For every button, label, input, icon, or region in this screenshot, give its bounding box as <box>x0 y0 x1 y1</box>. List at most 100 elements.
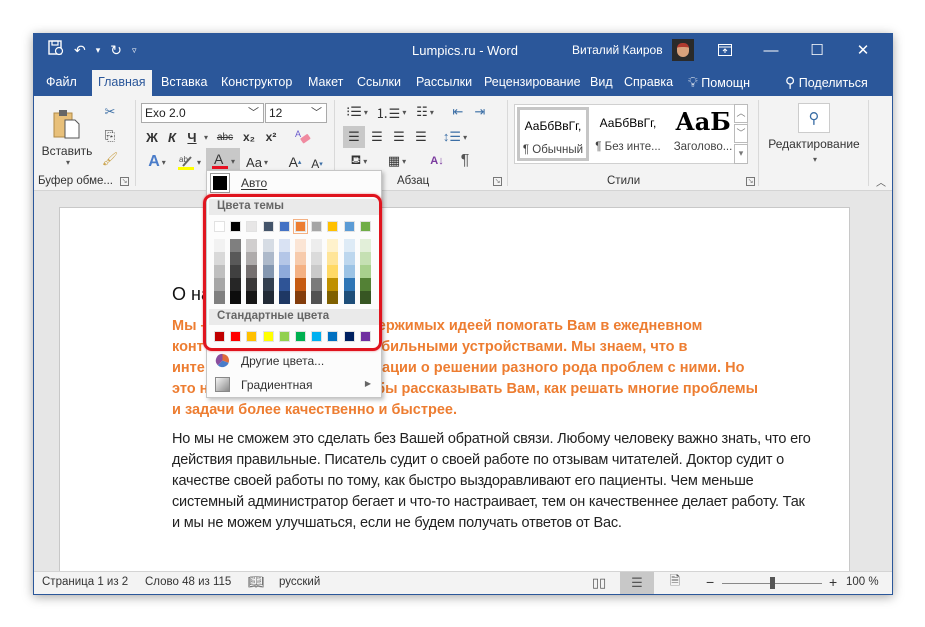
shading-button[interactable]: ⛾ ▾ <box>342 150 376 172</box>
tab-home[interactable]: Главная <box>92 70 152 96</box>
theme-shade-swatch[interactable] <box>359 291 371 304</box>
theme-shade-swatch[interactable] <box>278 265 290 278</box>
copy-button[interactable]: ⎘ <box>100 126 120 146</box>
theme-shade-swatch[interactable] <box>311 252 323 265</box>
standard-color-swatch[interactable] <box>278 331 290 342</box>
theme-shade-swatch[interactable] <box>246 265 258 278</box>
style-no-spacing[interactable]: АаБбВвГг, ¶ Без инте... <box>592 107 664 161</box>
more-colors-option[interactable]: Другие цвета... <box>207 349 381 373</box>
editing-button[interactable]: Редактирование <box>764 136 864 152</box>
bullets-button[interactable]: ⁝☰ ▾ <box>342 102 372 122</box>
gradient-option[interactable]: Градиентная ▶ <box>207 373 381 397</box>
theme-shade-swatch[interactable] <box>246 252 258 265</box>
theme-shade-swatch[interactable] <box>246 291 258 304</box>
subscript-button[interactable]: x₂ <box>240 128 258 146</box>
strikethrough-button[interactable]: abc <box>214 128 236 146</box>
theme-color-swatch[interactable] <box>327 221 339 232</box>
theme-shade-swatch[interactable] <box>295 239 306 252</box>
font-name-input[interactable]: Exo 2.0 ﹀ <box>141 103 264 123</box>
theme-shade-swatch[interactable] <box>295 265 306 278</box>
font-size-input[interactable]: 12 ﹀ <box>265 103 327 123</box>
change-case-button[interactable]: Aa ▾ <box>242 152 272 172</box>
standard-color-swatch[interactable] <box>214 331 225 342</box>
theme-shade-swatch[interactable] <box>295 278 306 291</box>
theme-shade-swatch[interactable] <box>278 252 290 265</box>
theme-shade-swatch[interactable] <box>343 252 355 265</box>
document-page[interactable]: О на Мы – держимых идеей помогать Вам в е… <box>59 207 850 573</box>
standard-color-swatch[interactable] <box>230 331 242 342</box>
theme-shade-swatch[interactable] <box>214 265 225 278</box>
tab-insert[interactable]: Вставка <box>155 70 213 96</box>
theme-shade-swatch[interactable] <box>327 265 339 278</box>
theme-color-swatch[interactable] <box>230 221 242 232</box>
theme-shade-swatch[interactable] <box>359 239 371 252</box>
zoom-out-button[interactable]: − <box>706 574 714 590</box>
chevron-down-icon[interactable]: ﹀ <box>248 104 259 122</box>
italic-button[interactable]: К <box>164 128 180 146</box>
theme-color-swatch[interactable] <box>278 221 290 232</box>
highlight-color-button[interactable]: ab ▾ <box>174 152 204 172</box>
gallery-more-button[interactable]: ▾ <box>734 144 748 164</box>
borders-button[interactable]: ▦ ▾ <box>380 150 414 172</box>
autosave-icon[interactable] <box>48 40 64 60</box>
theme-shade-swatch[interactable] <box>214 278 225 291</box>
gallery-scroll-down[interactable]: ﹀ <box>734 124 748 143</box>
style-normal[interactable]: АаБбВвГг, ¶ Обычный <box>517 107 589 161</box>
underline-button[interactable]: Ч <box>184 128 200 146</box>
theme-shade-swatch[interactable] <box>246 278 258 291</box>
theme-color-swatch[interactable] <box>214 221 225 232</box>
theme-shade-swatch[interactable] <box>295 291 306 304</box>
text-effects-button[interactable]: A ▾ <box>144 152 170 172</box>
cut-button[interactable]: ✂ <box>100 102 120 122</box>
increase-indent-button[interactable]: ⇥ <box>470 102 490 122</box>
theme-shade-swatch[interactable] <box>327 252 339 265</box>
word-count[interactable]: Слово 48 из 115 <box>145 576 231 588</box>
theme-shade-swatch[interactable] <box>262 265 274 278</box>
undo-dropdown-icon[interactable]: ▾ <box>96 41 101 59</box>
theme-shade-swatch[interactable] <box>278 239 290 252</box>
theme-color-swatch[interactable] <box>343 221 355 232</box>
theme-shade-swatch[interactable] <box>311 278 323 291</box>
decrease-indent-button[interactable]: ⇤ <box>448 102 468 122</box>
standard-color-swatch[interactable] <box>327 331 339 342</box>
standard-color-swatch[interactable] <box>246 331 258 342</box>
style-heading-1[interactable]: АаБ Заголово... <box>667 107 739 161</box>
read-mode-button[interactable]: ▯▯ <box>582 572 616 594</box>
chevron-down-icon[interactable]: ﹀ <box>311 104 322 122</box>
user-name[interactable]: Виталий Каиров <box>572 43 663 57</box>
theme-shade-swatch[interactable] <box>214 239 225 252</box>
tab-references[interactable]: Ссылки <box>351 70 407 96</box>
tab-help[interactable]: Справка <box>618 70 679 96</box>
language[interactable]: русский <box>279 576 320 588</box>
page-count[interactable]: Страница 1 из 2 <box>42 576 128 588</box>
gallery-scroll-up[interactable]: ︿ <box>734 104 748 123</box>
theme-shade-swatch[interactable] <box>359 252 371 265</box>
theme-shade-swatch[interactable] <box>230 291 242 304</box>
tab-view[interactable]: Вид <box>584 70 619 96</box>
theme-shade-swatch[interactable] <box>343 278 355 291</box>
theme-shade-swatch[interactable] <box>359 278 371 291</box>
styles-launcher-icon[interactable]: ↘ <box>746 177 755 186</box>
align-center-button[interactable]: ☰ <box>367 126 387 148</box>
tell-me-button[interactable]: 💡︎ Помощн <box>682 70 756 96</box>
theme-color-swatch[interactable] <box>359 221 371 232</box>
theme-shade-swatch[interactable] <box>278 278 290 291</box>
tab-file[interactable]: Файл <box>40 70 83 96</box>
theme-shade-swatch[interactable] <box>214 291 225 304</box>
standard-color-swatch[interactable] <box>311 331 323 342</box>
paragraph-launcher-icon[interactable]: ↘ <box>493 177 502 186</box>
clipboard-launcher-icon[interactable]: ↘ <box>120 177 129 186</box>
share-button[interactable]: ⚲ Поделиться <box>779 70 874 96</box>
redo-icon[interactable]: ↻ <box>110 41 122 59</box>
theme-shade-swatch[interactable] <box>327 291 339 304</box>
theme-shade-swatch[interactable] <box>230 239 242 252</box>
line-spacing-button[interactable]: ↕☰ ▾ <box>440 126 470 148</box>
align-left-button[interactable]: ☰ <box>343 126 365 148</box>
paste-button[interactable]: Вставить ▾ <box>42 102 92 172</box>
theme-color-swatch[interactable] <box>246 221 258 232</box>
justify-button[interactable]: ☰ <box>411 126 431 148</box>
standard-color-swatch[interactable] <box>343 331 355 342</box>
zoom-in-button[interactable]: + <box>829 574 837 590</box>
automatic-color-option[interactable]: Авто <box>207 171 381 195</box>
theme-shade-swatch[interactable] <box>262 239 274 252</box>
